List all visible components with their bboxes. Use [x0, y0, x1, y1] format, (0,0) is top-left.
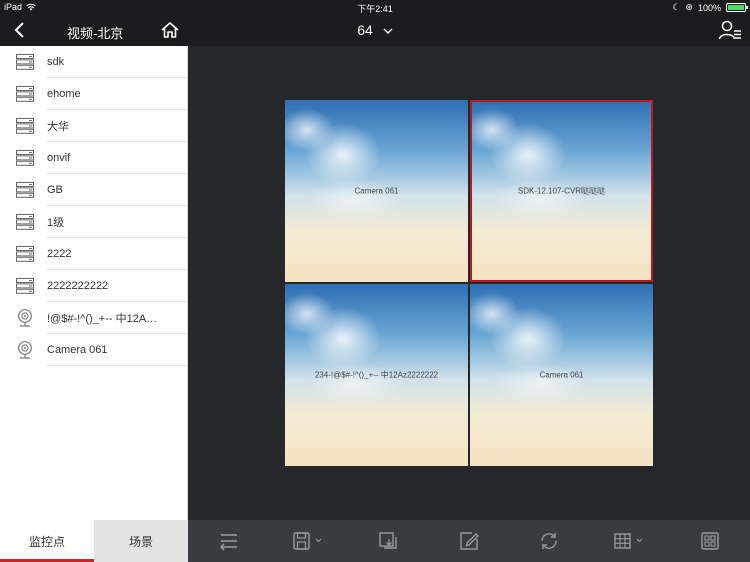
list-item[interactable]: ehome [0, 78, 187, 110]
rotation-lock-icon: ⊛ [685, 2, 693, 12]
video-window-label: Camera 061 [354, 186, 399, 196]
device-list: sdk ehome 大华 onvif GB 1级 2222 2222222222… [0, 46, 188, 520]
copy-to-icon[interactable] [376, 531, 402, 551]
list-item[interactable]: 大华 [0, 110, 187, 142]
dvr-icon [15, 277, 35, 295]
list-item-label: 1级 [47, 217, 65, 229]
video-window-label: 234-!@$#-!^()_+-- 中12Az2222222 [314, 370, 439, 380]
battery-icon [726, 3, 748, 12]
dvr-icon [15, 85, 35, 103]
dvr-icon [15, 149, 35, 167]
status-bar: iPad 下午2:41 ☾ ⊛ 100% [0, 0, 750, 14]
layout-dropdown-icon[interactable] [612, 531, 646, 551]
list-item[interactable]: Camera 061 [0, 334, 187, 366]
list-item[interactable]: !@$#-!^()_+-- 中12Az2222222 [0, 302, 187, 334]
list-item[interactable]: 1级 [0, 206, 187, 238]
edit-icon[interactable] [456, 531, 482, 551]
video-window-selected[interactable]: SDK-12.107-CVR哒哒哒 [470, 100, 653, 282]
dvr-icon [15, 181, 35, 199]
tab-monitor[interactable]: 监控点 [0, 520, 94, 562]
list-item[interactable]: GB [0, 174, 187, 206]
camera-icon [15, 341, 35, 359]
dvr-icon [15, 53, 35, 71]
list-item-label: 2222 [47, 248, 72, 260]
window-count: 64 [357, 22, 373, 38]
list-item-label: !@$#-!^()_+-- 中12Az2222222 [47, 313, 159, 325]
video-window[interactable]: Camera 061 [470, 284, 653, 466]
list-item-label: sdk [47, 56, 65, 68]
sidebar-tabs: 监控点 场景 [0, 520, 188, 562]
list-toggle-icon[interactable] [216, 531, 242, 551]
list-item[interactable]: 2222 [0, 238, 187, 270]
list-item-label: onvif [47, 152, 71, 164]
nav-bar: 视频-北京 64 [0, 14, 750, 46]
list-item-label: 2222222222 [47, 280, 109, 292]
chevron-down-icon [383, 28, 393, 34]
list-item-label: 大华 [47, 121, 69, 133]
video-grid: Camera 061 SDK-12.107-CVR哒哒哒 234-!@$#-!^… [285, 100, 653, 467]
refresh-icon[interactable] [536, 531, 562, 551]
list-item[interactable]: sdk [0, 46, 187, 78]
battery-percent: 100% [697, 2, 721, 13]
list-item-label: ehome [47, 88, 81, 100]
dvr-icon [15, 117, 35, 135]
list-item-label: Camera 061 [47, 344, 108, 356]
video-window[interactable]: Camera 061 [285, 100, 468, 282]
user-list-icon[interactable] [718, 19, 742, 41]
list-item[interactable]: onvif [0, 142, 187, 174]
camera-icon [15, 309, 35, 327]
moon-icon: ☾ [672, 2, 681, 12]
save-dropdown-icon[interactable] [291, 531, 325, 551]
dvr-icon [15, 213, 35, 231]
window-count-selector[interactable]: 64 [0, 22, 750, 38]
video-window-label: Camera 061 [539, 370, 584, 380]
video-window[interactable]: 234-!@$#-!^()_+-- 中12Az2222222 [285, 284, 468, 466]
list-item[interactable]: 2222222222 [0, 270, 187, 302]
bottom-toolbar [188, 520, 750, 562]
video-window-label: SDK-12.107-CVR哒哒哒 [517, 186, 606, 196]
tab-scene[interactable]: 场景 [94, 520, 188, 562]
dvr-icon [15, 245, 35, 263]
list-item-label: GB [47, 184, 63, 196]
multi-window-icon[interactable] [697, 531, 723, 551]
